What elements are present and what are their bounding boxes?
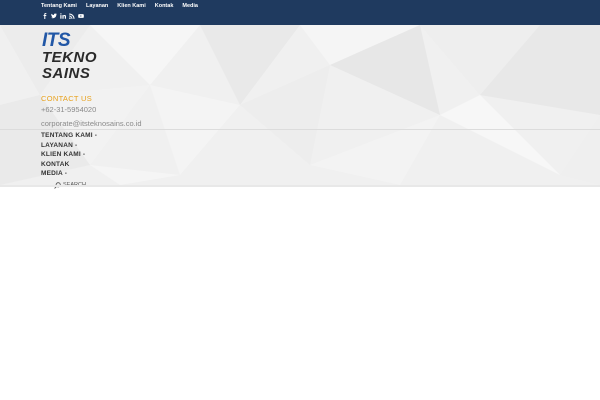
logo-line-sains: SAINS: [42, 65, 91, 82]
top-nav-media[interactable]: Media: [182, 3, 198, 10]
logo-line-its: ITS: [42, 30, 71, 51]
email-address[interactable]: corporate@itsteknosains.co.id: [41, 119, 142, 128]
main-nav: TENTANG KAMI - LAYANAN - KLIEN KAMI - KO…: [41, 131, 97, 179]
logo-line-tekno: TEKNO: [42, 49, 97, 66]
top-nav-layanan[interactable]: Layanan: [86, 3, 108, 10]
top-nav-kontak[interactable]: Kontak: [155, 3, 174, 10]
top-bar: Tentang Kami Layanan Klien Kami Kontak M…: [0, 0, 600, 25]
twitter-icon[interactable]: [51, 13, 57, 19]
rss-icon[interactable]: [69, 13, 75, 19]
company-logo[interactable]: ITS TEKNO SAINS: [42, 30, 112, 84]
top-nav-tentang-kami[interactable]: Tentang Kami: [41, 3, 77, 10]
top-nav: Tentang Kami Layanan Klien Kami Kontak M…: [41, 3, 207, 10]
main-nav-layanan[interactable]: LAYANAN -: [41, 141, 97, 151]
social-links: [42, 13, 84, 19]
header-bottom-border: [0, 185, 600, 187]
main-nav-tentang-kami[interactable]: TENTANG KAMI -: [41, 131, 97, 141]
linkedin-icon[interactable]: [60, 13, 66, 19]
phone-number: +62-31-5954020: [41, 105, 97, 114]
contact-us-heading: CONTACT US: [41, 94, 93, 103]
top-nav-klien-kami[interactable]: Klien Kami: [117, 3, 145, 10]
facebook-icon[interactable]: [42, 13, 48, 19]
main-nav-kontak[interactable]: KONTAK: [41, 160, 97, 170]
header-divider: [0, 129, 600, 130]
main-nav-klien-kami[interactable]: KLIEN KAMI -: [41, 150, 97, 160]
youtube-icon[interactable]: [78, 13, 84, 19]
